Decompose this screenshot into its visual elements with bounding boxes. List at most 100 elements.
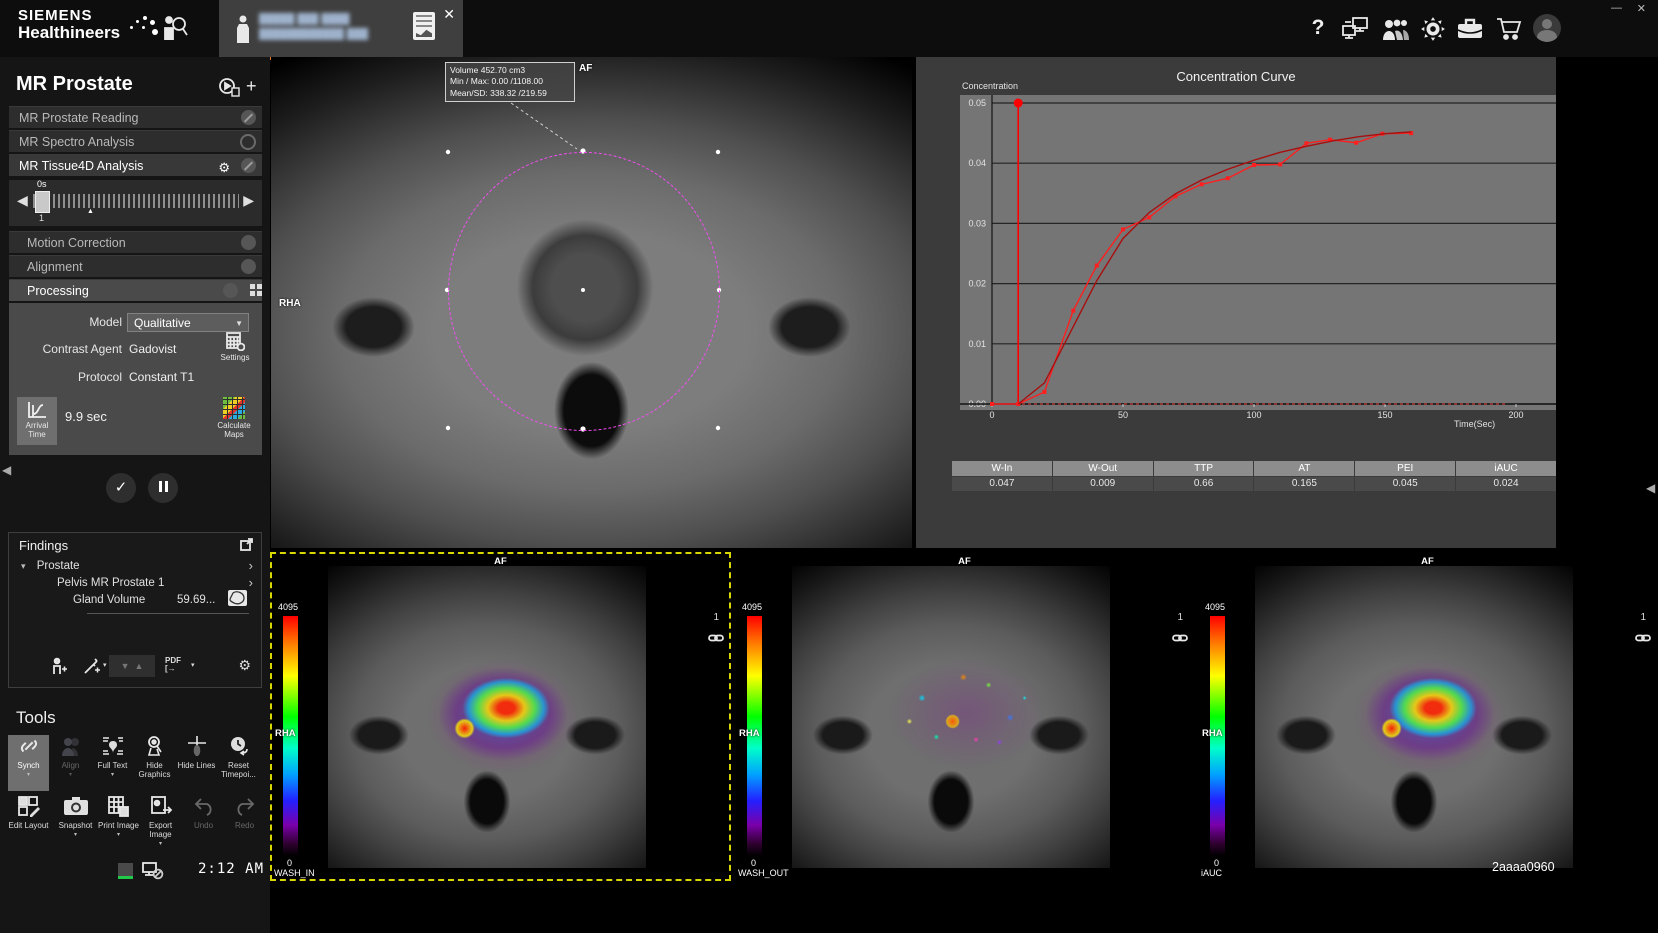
tool-hide-lines[interactable]: Hide Lines xyxy=(176,735,217,791)
tool-hide-graphics[interactable]: Hide Graphics xyxy=(134,735,175,791)
tool-snapshot[interactable]: Snapshot ▾ xyxy=(55,795,96,851)
timepoint-prev-icon[interactable]: ◀ xyxy=(17,192,28,209)
findings-panel: Findings ▾ Prostate › Pelvis MR Prostate… xyxy=(8,532,262,688)
clock: 2:12 AM xyxy=(198,861,264,877)
pdf-export-icon[interactable]: PDF[→ xyxy=(165,657,181,673)
chevron-down-icon[interactable]: ▾ xyxy=(98,832,139,839)
tool-print-image[interactable]: Print Image ▾ xyxy=(98,795,139,851)
roi-statistics-annotation[interactable]: Volume 452.70 cm3 Min / Max: 0.00 /1108.… xyxy=(445,62,575,102)
main-mr-viewport[interactable]: Volume 452.70 cm3 Min / Max: 0.00 /1108.… xyxy=(271,57,912,548)
chevron-down-icon[interactable]: ▾ xyxy=(92,772,133,779)
calculate-maps-button[interactable]: Calculate Maps xyxy=(211,397,257,445)
orientation-label-rha: RHA xyxy=(1202,728,1223,739)
timepoint-track[interactable] xyxy=(33,194,239,208)
chevron-down-icon[interactable]: ▾ xyxy=(140,841,181,848)
step-alignment[interactable]: Alignment xyxy=(9,255,262,277)
step-motion-correction[interactable]: Motion Correction xyxy=(9,231,262,253)
workflow-sidebar: MR Prostate + MR Prostate Reading MR Spe… xyxy=(0,57,270,933)
settings-gear-icon[interactable] xyxy=(1418,16,1448,42)
pause-button[interactable] xyxy=(148,473,178,503)
chevron-down-icon[interactable]: ▾ xyxy=(191,661,195,669)
tool-synch[interactable]: Synch ▾ xyxy=(8,735,49,791)
image-index-label: 1 xyxy=(1177,612,1183,623)
perfusion-overlay xyxy=(877,646,1057,776)
layout-grid-icon[interactable] xyxy=(250,284,263,297)
align-icon xyxy=(50,735,91,759)
help-icon[interactable]: ? xyxy=(1303,16,1333,42)
skip-status-icon[interactable] xyxy=(241,110,256,125)
map-viewport-wash-out[interactable]: AF 4095 0 WASH_OUT RHA 1 xyxy=(734,552,1195,881)
tool-edit-layout[interactable]: Edit Layout xyxy=(8,795,49,851)
concentration-curve-chart: 0.050.040.030.020.010.00050100150200Time… xyxy=(916,57,1556,477)
auto-finding-wand-icon[interactable] xyxy=(83,657,101,678)
step-processing[interactable]: Processing xyxy=(9,279,262,301)
mr-image xyxy=(1255,566,1573,868)
svg-text:0.05: 0.05 xyxy=(968,98,986,108)
scale-max-label: 4095 xyxy=(278,602,298,612)
panel-expand-arrow[interactable]: ◀ xyxy=(1646,481,1655,495)
add-finding-icon[interactable] xyxy=(51,657,67,678)
patient-tab[interactable]: █████ ███ ████ ████████████ ███ ✕ xyxy=(219,0,463,60)
scale-min-label: 0 xyxy=(751,858,756,868)
shopping-cart-icon[interactable] xyxy=(1494,16,1524,42)
workflow-title: MR Prostate xyxy=(16,73,133,96)
contour-icon[interactable] xyxy=(228,590,247,606)
siemens-healthineers-logo: SIEMENS Healthineers xyxy=(18,8,120,42)
findings-settings-gear-icon[interactable]: ⚙ xyxy=(238,657,251,674)
skip-status-icon[interactable] xyxy=(241,158,256,173)
tool-undo[interactable]: Undo xyxy=(183,795,224,851)
scale-max-label: 4095 xyxy=(742,602,762,612)
timepoint-thumb[interactable] xyxy=(35,191,50,213)
network-offline-icon[interactable] xyxy=(142,862,164,885)
window-minimize-icon[interactable]: — xyxy=(1611,2,1622,14)
tab-close-icon[interactable]: ✕ xyxy=(439,4,459,25)
svg-text:0.03: 0.03 xyxy=(968,218,986,228)
remote-workstations-icon[interactable] xyxy=(1340,16,1370,42)
map-viewport-wash-in[interactable]: AF 4095 0 WASH_IN RHA 1 xyxy=(270,552,731,881)
workflow-item-mr-spectro-analysis[interactable]: MR Spectro Analysis xyxy=(9,130,262,152)
camera-icon xyxy=(55,795,96,819)
sidebar-collapse-arrow[interactable]: ◀ xyxy=(2,463,11,477)
model-dropdown[interactable]: Qualitative ▼ xyxy=(127,313,249,332)
tool-reset-timepoint[interactable]: Reset Timepoi... xyxy=(218,735,259,791)
workflow-item-mr-tissue4d-analysis[interactable]: MR Tissue4D Analysis ⚙ xyxy=(9,154,262,176)
briefcase-icon[interactable] xyxy=(1455,16,1485,42)
contrast-agent-value: Gadovist xyxy=(129,342,176,356)
tool-full-text[interactable]: Full Text ▾ xyxy=(92,735,133,791)
workflow-settings-gear-icon[interactable]: ⚙ xyxy=(218,157,230,179)
map-viewport-iauc[interactable]: AF 4095 0 iAUC RHA 1 xyxy=(1197,552,1658,881)
tool-export-image[interactable]: Export Image ▾ xyxy=(140,795,181,851)
chevron-right-icon[interactable]: › xyxy=(249,575,253,590)
user-avatar[interactable] xyxy=(1533,14,1561,42)
chevron-right-icon[interactable]: › xyxy=(249,558,253,573)
tree-collapse-icon[interactable]: ▾ xyxy=(21,561,26,571)
confirm-step-button[interactable]: ✓ xyxy=(106,473,136,503)
processing-panel: Model Qualitative ▼ Contrast Agent Gadov… xyxy=(9,303,262,455)
open-external-icon[interactable] xyxy=(240,538,253,556)
play-workflow-icon[interactable] xyxy=(218,77,240,102)
perfusion-overlay xyxy=(423,654,583,774)
synch-link-icon xyxy=(1172,630,1188,648)
chevron-down-icon[interactable]: ▾ xyxy=(55,832,96,839)
status-dot-icon xyxy=(241,259,256,274)
findings-group-row[interactable]: ▾ Prostate xyxy=(21,560,80,572)
contrast-agent-label: Contrast Agent xyxy=(17,342,122,356)
collaboration-icon[interactable] xyxy=(1381,16,1411,42)
add-workflow-icon[interactable]: + xyxy=(246,76,257,97)
timepoint-next-icon[interactable]: ▶ xyxy=(243,192,254,209)
tool-align[interactable]: Align ▾ xyxy=(50,735,91,791)
chevron-down-icon[interactable]: ▾ xyxy=(103,661,107,669)
status-ring-icon[interactable] xyxy=(240,134,256,150)
arrival-time-button[interactable]: Arrival Time xyxy=(17,397,57,445)
series-status-icon[interactable] xyxy=(118,863,133,879)
navigate-findings-control[interactable]: ▼ ▲ xyxy=(109,655,155,677)
findings-item-row[interactable]: Pelvis MR Prostate 1 xyxy=(57,577,164,589)
settings-button[interactable]: Settings xyxy=(213,331,257,371)
roi-circle[interactable] xyxy=(448,152,720,431)
workflow-item-mr-prostate-reading[interactable]: MR Prostate Reading xyxy=(9,106,262,128)
chevron-down-icon[interactable]: ▾ xyxy=(8,772,49,779)
window-close-icon[interactable]: ✕ xyxy=(1637,2,1646,15)
tool-redo[interactable]: Redo xyxy=(224,795,265,851)
patient-search-icon[interactable] xyxy=(158,12,190,44)
brand-line2: Healthineers xyxy=(18,24,120,42)
